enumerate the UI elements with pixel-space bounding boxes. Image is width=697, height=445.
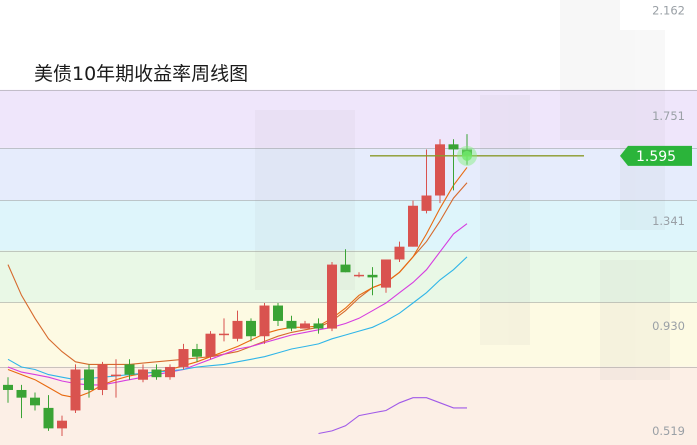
candle-body [381,259,391,288]
candle-24 [327,262,337,332]
candle-32 [435,139,445,204]
candle-body [408,205,418,247]
candle-body [232,320,243,339]
candle-body [30,397,40,406]
y-tick-label: 0.930 [652,319,685,333]
candle-body [16,389,27,398]
candle-body [219,333,229,336]
candle-30 [408,200,418,247]
candle-body [70,369,81,411]
candle-5 [70,364,81,414]
y-tick-label: 1.341 [652,214,685,228]
price-tag-label: 1.595 [636,149,676,165]
candle-body [124,364,135,375]
y-tick-label: 2.162 [652,4,685,18]
candle-body [313,323,324,329]
candle-body [340,264,351,273]
candle-body [300,323,310,329]
candle-body [367,274,378,278]
candle-body [165,366,175,378]
candle-body [435,144,445,196]
candle-body [246,320,256,337]
candle-body [138,369,148,380]
candle-body [205,333,216,357]
candle-body [84,369,94,390]
candle-body [394,246,405,260]
candle-body [3,384,13,390]
candle-body [286,320,297,329]
candle-body [178,349,189,367]
candle-body [97,364,108,390]
candle-15 [205,331,216,360]
candle-body [111,374,121,377]
candle-body [259,305,270,337]
candle-body [327,264,337,329]
candle-body [448,144,459,150]
price-glow-core [462,150,472,161]
candle-body [273,305,283,321]
y-tick-label: 0.519 [652,424,685,438]
y-tick-label: 1.751 [652,109,685,123]
candle-body [43,407,54,429]
candle-body [57,420,67,429]
chart-title: 美债10年期收益率周线图 [34,63,249,85]
current-price-tag: 1.595 [620,145,692,166]
candle-body [421,195,432,211]
candle-body [151,369,162,378]
candle-body [192,349,202,357]
candle-body [354,274,364,277]
